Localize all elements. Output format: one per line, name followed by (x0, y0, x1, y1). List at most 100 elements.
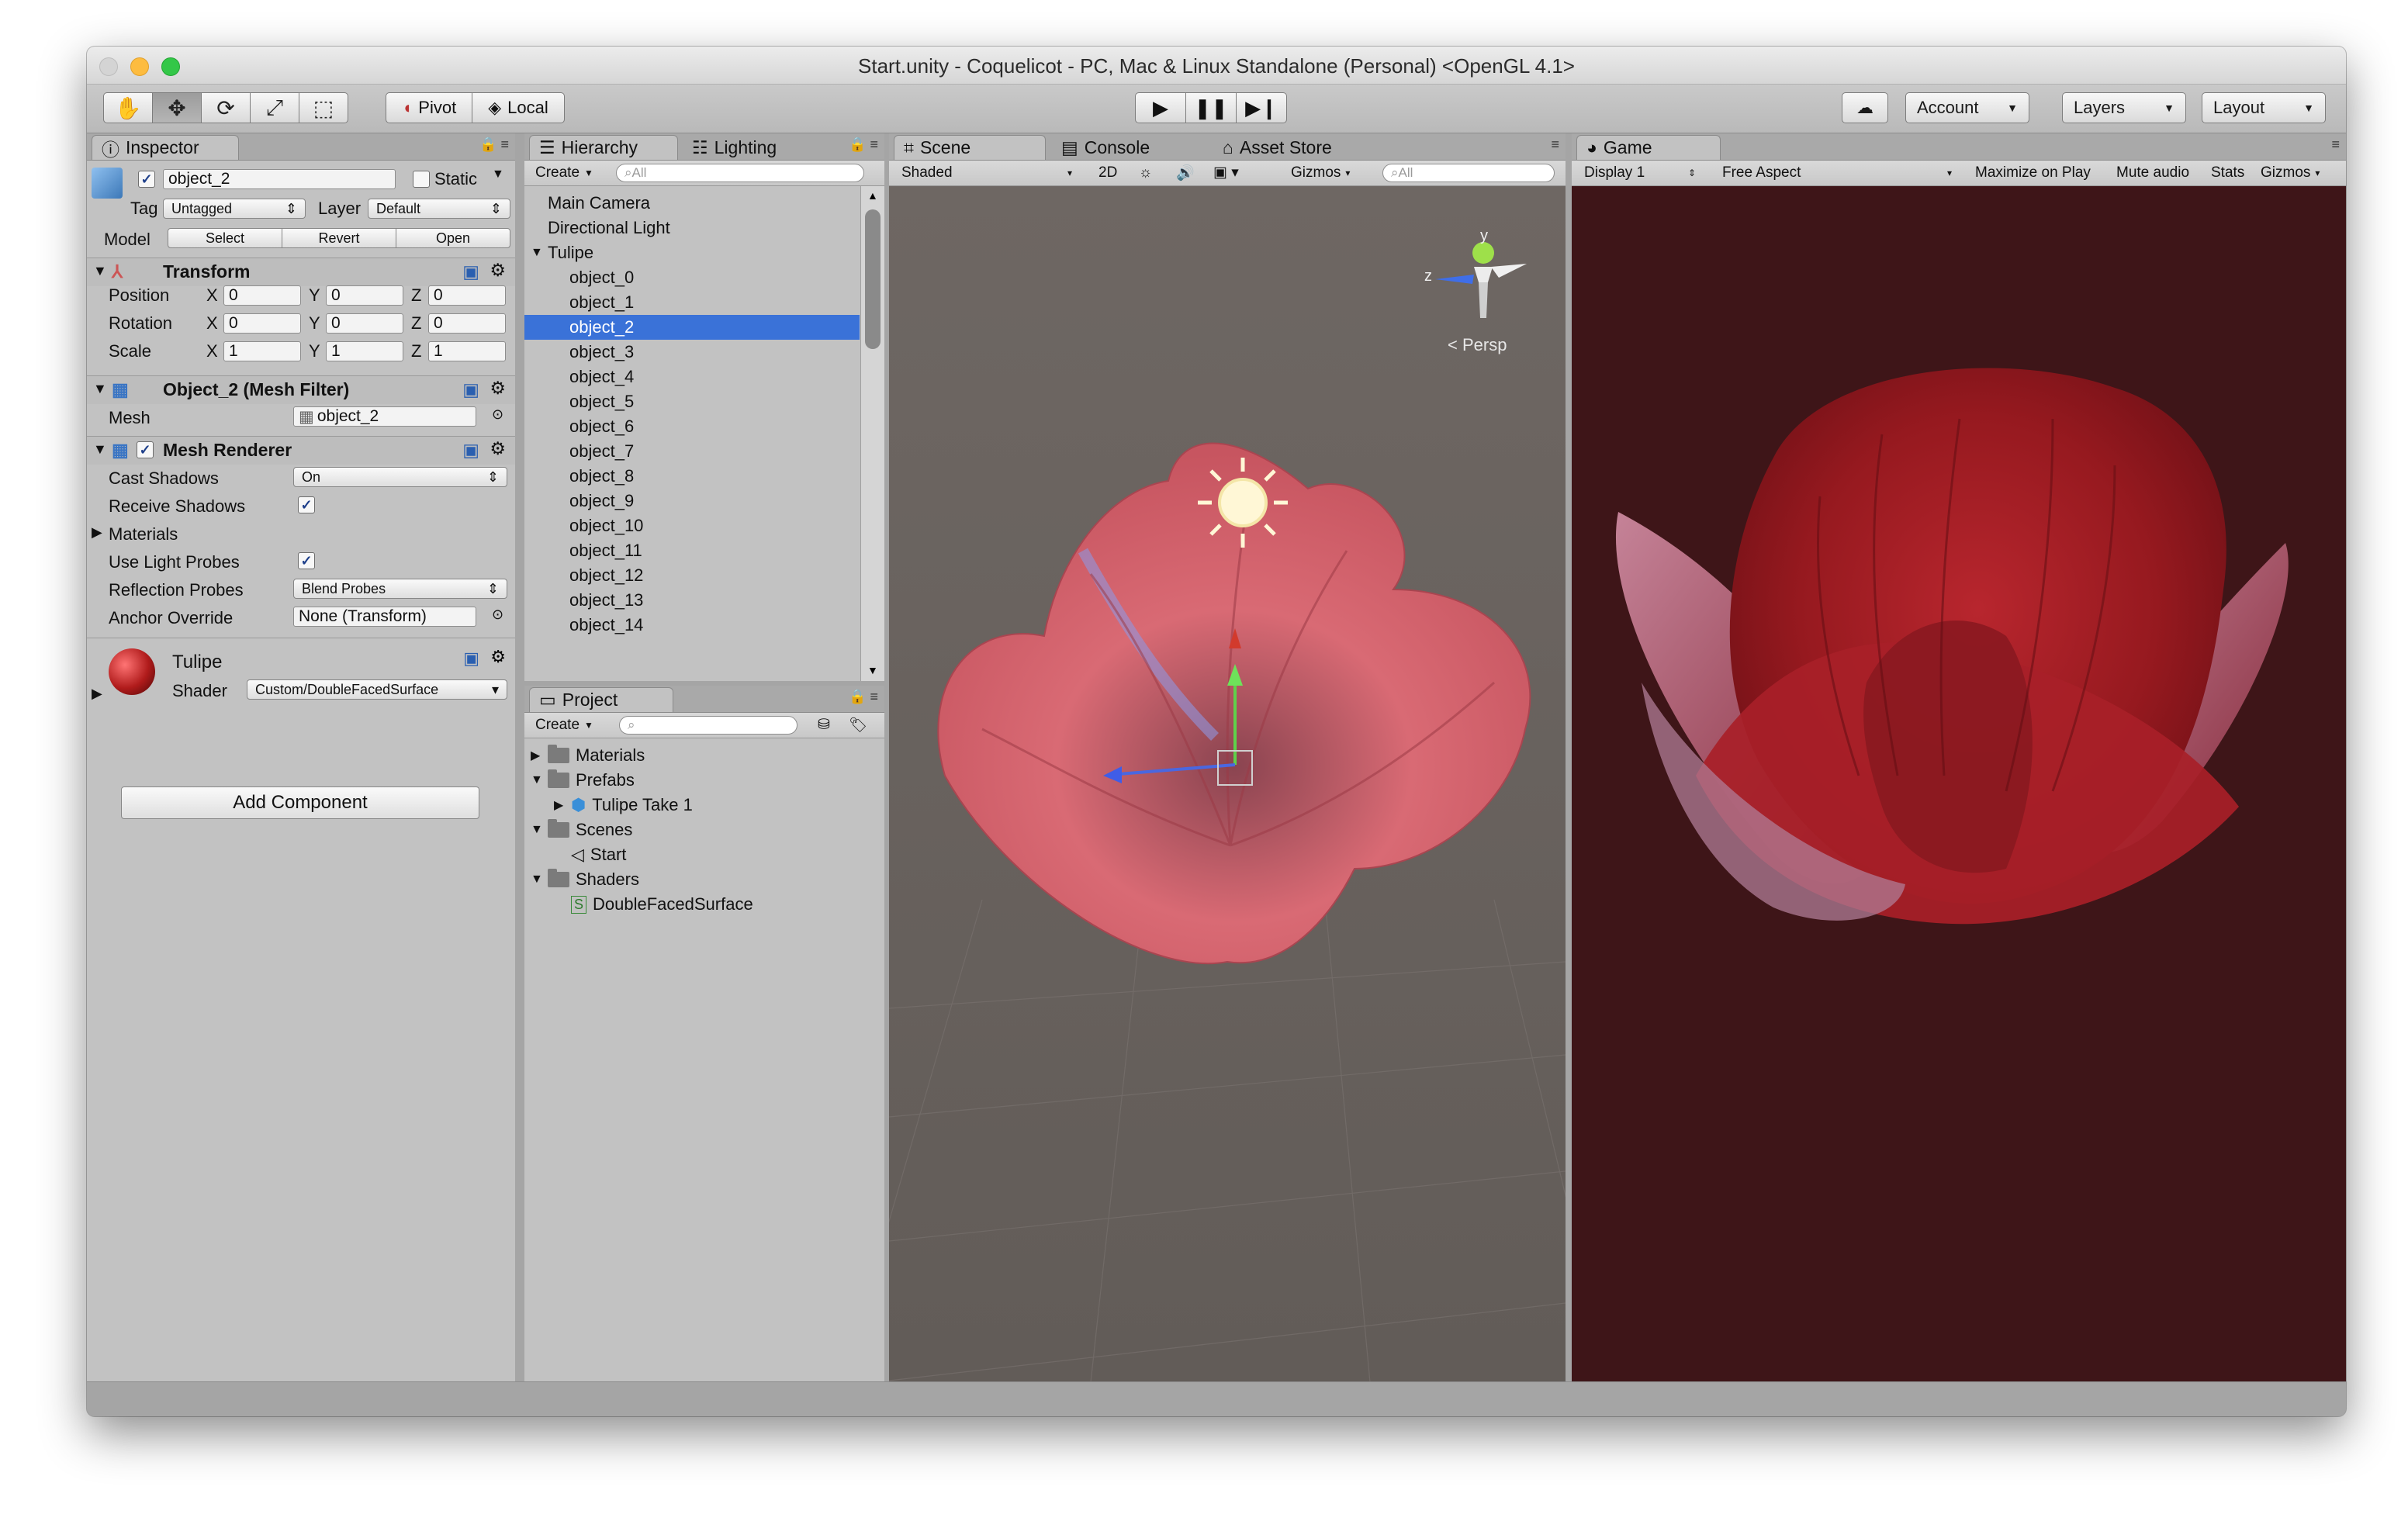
lighting-toggle-icon[interactable]: ☼ (1133, 163, 1158, 182)
tab-project[interactable]: ▭ Project (529, 687, 673, 712)
hand-tool-icon[interactable]: ✋ (103, 92, 153, 123)
hierarchy-item[interactable]: object_9 (524, 489, 860, 513)
hierarchy-item[interactable]: object_1 (524, 290, 860, 315)
anchor-override-field[interactable]: None (Transform) (293, 607, 476, 627)
project-item[interactable]: ▼ Prefabs (524, 768, 884, 793)
hierarchy-item[interactable]: object_10 (524, 513, 860, 538)
hierarchy-item[interactable]: object_3 (524, 340, 860, 365)
project-create-button[interactable]: Create ▼ (529, 715, 600, 735)
project-item[interactable]: ▶ ⬢ Tulipe Take 1 (524, 793, 884, 818)
stats-toggle[interactable]: Stats (2205, 163, 2251, 182)
panel-menu-icon[interactable]: ≡ (1551, 137, 1559, 153)
gear-icon[interactable]: ⚙ (490, 378, 506, 399)
foldout-open-icon[interactable]: ▼ (531, 873, 543, 887)
foldout-open-icon[interactable]: ▼ (93, 381, 107, 397)
receive-shadows-checkbox[interactable]: ✓ (298, 496, 315, 513)
mesh-renderer-enabled-checkbox[interactable]: ✓ (137, 441, 154, 458)
pause-button[interactable]: ❚❚ (1185, 92, 1237, 123)
maximize-on-play-toggle[interactable]: Maximize on Play (1969, 163, 2097, 182)
hierarchy-item[interactable]: object_12 (524, 563, 860, 588)
hierarchy-scrollbar[interactable]: ▲ ▼ (860, 186, 884, 681)
foldout-closed-icon[interactable]: ▶ (92, 524, 102, 541)
pivot-button[interactable]: ◖ Pivot (386, 92, 473, 123)
hierarchy-item[interactable]: object_8 (524, 464, 860, 489)
rotate-tool-icon[interactable]: ⟳ (201, 92, 251, 123)
panel-menu-icon[interactable]: ≡ (2331, 137, 2340, 153)
project-item[interactable]: ▼ Shaders (524, 867, 884, 892)
foldout-open-icon[interactable]: ▼ (531, 246, 543, 260)
mesh-field[interactable]: ▦ object_2 (293, 406, 476, 427)
local-button[interactable]: ◈ Local (472, 92, 565, 123)
mesh-renderer-component-header[interactable]: ▼ ▦ ✓ Mesh Renderer ▣ ⚙ (87, 436, 515, 465)
shader-dropdown[interactable]: Custom/DoubleFacedSurface ▾ (247, 679, 507, 700)
cast-shadows-dropdown[interactable]: On ⇕ (293, 467, 507, 487)
transform-y-field[interactable]: 1 (326, 341, 403, 361)
model-open-button[interactable]: Open (396, 228, 510, 248)
cloud-button[interactable]: ☁ (1842, 92, 1888, 123)
static-checkbox[interactable]: ✓ (413, 171, 430, 188)
foldout-closed-icon[interactable]: ▶ (92, 686, 102, 702)
transform-y-field[interactable]: 0 (326, 285, 403, 306)
panel-menu-icon[interactable]: 🔒 ≡ (849, 137, 878, 153)
display-dropdown[interactable]: Display 1 ⇕ (1578, 163, 1702, 182)
shading-mode-dropdown[interactable]: Shaded ▾ (895, 163, 1078, 182)
scale-tool-icon[interactable]: ⤢ (250, 92, 299, 123)
mute-audio-toggle[interactable]: Mute audio (2110, 163, 2195, 182)
tab-scene[interactable]: ⌗ Scene (894, 135, 1046, 160)
tab-inspector[interactable]: ⓘ Inspector (92, 135, 239, 160)
transform-z-field[interactable]: 0 (428, 285, 506, 306)
transform-x-field[interactable]: 0 (223, 285, 301, 306)
step-button[interactable]: ▶❙ (1236, 92, 1287, 123)
transform-component-header[interactable]: ▼ ⅄ Transform ▣ ⚙ (87, 258, 515, 286)
account-dropdown[interactable]: Account ▼ (1905, 92, 2029, 123)
hierarchy-item[interactable]: object_14 (524, 613, 860, 638)
model-revert-button[interactable]: Revert (282, 228, 396, 248)
tab-hierarchy[interactable]: ☰ Hierarchy (529, 135, 678, 160)
transform-x-field[interactable]: 0 (223, 313, 301, 334)
mesh-filter-component-header[interactable]: ▼ ▦ Object_2 (Mesh Filter) ▣ ⚙ (87, 375, 515, 404)
foldout-closed-icon[interactable]: ▶ (554, 797, 563, 813)
scene-gizmos-dropdown[interactable]: Gizmos ▾ (1285, 163, 1356, 182)
gear-icon[interactable]: ⚙ (490, 438, 506, 459)
object-name-field[interactable]: object_2 (163, 169, 396, 189)
static-dropdown-icon[interactable]: ▼ (492, 168, 504, 181)
transform-x-field[interactable]: 1 (223, 341, 301, 361)
gear-icon[interactable]: ⚙ (490, 260, 506, 281)
hierarchy-search-input[interactable]: ⌕ All (616, 164, 864, 182)
help-book-icon[interactable]: ▣ (462, 440, 479, 461)
effects-toggle-icon[interactable]: ▣ ▾ (1207, 163, 1245, 182)
hierarchy-item[interactable]: object_6 (524, 414, 860, 439)
project-item[interactable]: ◁ Start (524, 842, 884, 867)
hierarchy-scroll-thumb[interactable] (865, 209, 881, 349)
scene-viewport[interactable]: y z < Persp (889, 186, 1566, 1382)
scroll-up-icon[interactable]: ▲ (867, 189, 878, 202)
project-item[interactable]: ▼ Scenes (524, 818, 884, 842)
scene-search-input[interactable]: ⌕ All (1382, 164, 1555, 182)
hierarchy-item[interactable]: Main Camera (524, 191, 860, 216)
game-gizmos-dropdown[interactable]: Gizmos ▾ (2254, 163, 2326, 182)
add-component-button[interactable]: Add Component (121, 786, 479, 819)
layer-dropdown[interactable]: Default ⇕ (368, 199, 510, 219)
tab-game[interactable]: ◕ Game (1576, 135, 1721, 160)
hierarchy-item[interactable]: object_4 (524, 365, 860, 389)
panel-menu-icon[interactable]: 🔒 ≡ (479, 137, 509, 153)
play-button[interactable]: ▶ (1135, 92, 1186, 123)
tag-dropdown[interactable]: Untagged ⇕ (163, 199, 306, 219)
help-book-icon[interactable]: ▣ (462, 379, 479, 400)
filter-by-type-icon[interactable]: ⛁ (811, 715, 836, 735)
model-select-button[interactable]: Select (168, 228, 282, 248)
aspect-dropdown[interactable]: Free Aspect ▾ (1716, 163, 1958, 182)
layout-dropdown[interactable]: Layout ▼ (2202, 92, 2326, 123)
materials-label[interactable]: Materials (109, 524, 178, 544)
foldout-open-icon[interactable]: ▼ (531, 773, 543, 787)
help-book-icon[interactable]: ▣ (462, 261, 479, 282)
transform-y-field[interactable]: 0 (326, 313, 403, 334)
light-probes-checkbox[interactable]: ✓ (298, 552, 315, 569)
project-item[interactable]: S DoubleFacedSurface (524, 892, 884, 917)
transform-z-field[interactable]: 0 (428, 313, 506, 334)
hierarchy-item[interactable]: Directional Light (524, 216, 860, 240)
hierarchy-item[interactable]: ▼ Tulipe (524, 240, 860, 265)
project-item[interactable]: ▶ Materials (524, 743, 884, 768)
filter-by-label-icon[interactable]: 🏷 (842, 715, 874, 735)
hierarchy-item[interactable]: object_2 (524, 315, 860, 340)
